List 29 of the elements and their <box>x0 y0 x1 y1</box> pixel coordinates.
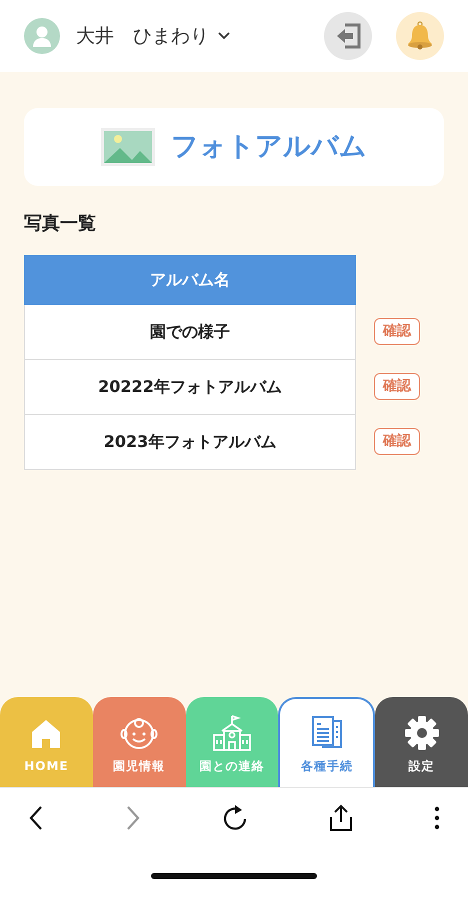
settings-icon <box>404 715 440 751</box>
nav-tab[interactable]: 園児情報 <box>92 697 186 787</box>
section-title: 写真一覧 <box>24 212 97 236</box>
table-cell: 2023年フォトアルバム <box>24 414 356 470</box>
bell-icon <box>406 21 434 51</box>
user-menu-button[interactable]: 大井 ひまわり <box>76 22 231 50</box>
logout-button[interactable] <box>324 12 372 60</box>
avatar-icon <box>24 18 60 54</box>
back-icon <box>28 804 44 830</box>
confirm-button[interactable]: 確認 <box>374 372 420 400</box>
share-icon <box>329 804 353 832</box>
nav-tab[interactable]: 設定 <box>375 697 468 787</box>
reload-icon <box>222 804 248 832</box>
table-cell: 20222年フォトアルバム <box>24 360 356 414</box>
confirm-button[interactable]: 確認 <box>374 318 420 346</box>
confirm-button[interactable]: 確認 <box>374 428 420 456</box>
chevron-down-icon <box>217 31 231 41</box>
docs-icon <box>310 715 344 751</box>
nav-tab[interactable]: 園との連絡 <box>186 697 278 787</box>
school-icon <box>212 715 252 751</box>
nav-tab[interactable]: 各種手続 <box>278 697 376 787</box>
table-cell: 園での様子 <box>24 304 356 360</box>
child-icon <box>119 715 160 751</box>
column-header: アルバム名 <box>24 256 356 304</box>
page-title: フォトアルバム <box>171 130 367 164</box>
nav-tab[interactable]: HOME <box>0 697 93 787</box>
picture-icon <box>101 128 155 166</box>
forward-icon <box>125 804 141 830</box>
more-icon <box>434 806 440 830</box>
